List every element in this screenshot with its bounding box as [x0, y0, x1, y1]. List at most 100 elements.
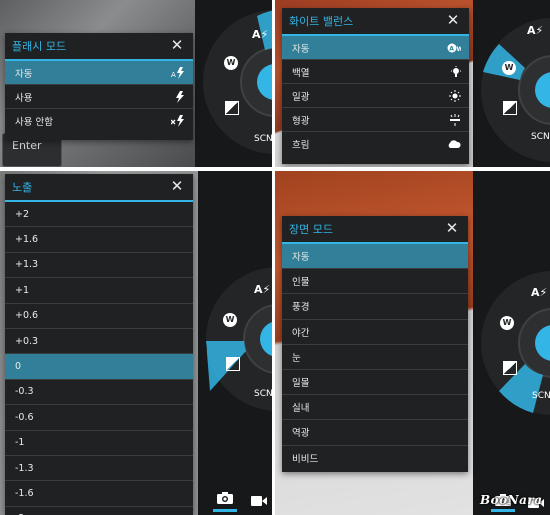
watermark-logo: BooNara	[480, 493, 543, 507]
camera-mode-icon[interactable]	[217, 489, 233, 504]
dial-flash-icon[interactable]: A⚡	[252, 28, 268, 41]
exposure-option-label: +0.6	[15, 310, 39, 322]
dial-scn-label[interactable]: SCN	[532, 391, 550, 401]
close-icon[interactable]: ✕	[169, 178, 185, 194]
panel-header: 장면 모드 ✕	[282, 216, 468, 244]
scene-option[interactable]: 야간	[282, 320, 468, 345]
svg-text:W: W	[457, 46, 462, 53]
exposure-option-label: +1	[15, 284, 30, 296]
dial-flash-icon[interactable]: A⚡	[527, 24, 543, 37]
scene-list: 자동인물풍경야간눈일몰실내역광비비드	[282, 244, 468, 471]
panel-title: 장면 모드	[289, 223, 333, 236]
exposure-option-label: +0.3	[15, 335, 39, 347]
scene-option-label: 인물	[292, 277, 310, 289]
exposure-option-label: +2	[15, 208, 30, 220]
exposure-option-label: -0.6	[15, 411, 34, 423]
close-icon[interactable]: ✕	[169, 37, 185, 53]
exposure-option[interactable]: +0.6	[5, 304, 193, 329]
scene-option[interactable]: 풍경	[282, 294, 468, 320]
flash-auto-icon: A	[171, 61, 185, 84]
exposure-option-label: +1.6	[15, 234, 39, 246]
exposure-list: +2 +1.6 +1.3 +1 +0.6 +0.3 0 -0.3 -0.6 -1 -1.3 -1.6 -…	[5, 202, 193, 515]
scene-option[interactable]: 자동	[282, 244, 468, 270]
scene-option[interactable]: 비비드	[282, 446, 468, 471]
exposure-option-label: -0.3	[15, 386, 34, 398]
flash-option-off[interactable]: 사용 안함	[5, 109, 193, 133]
scene-option-label: 풍경	[292, 302, 310, 314]
exposure-option[interactable]: +1	[5, 278, 193, 304]
dial-scn-label[interactable]: SCN	[254, 134, 272, 144]
exposure-option[interactable]: -0.6	[5, 405, 193, 431]
exposure-option[interactable]: -0.3	[5, 380, 193, 406]
dial-wb-icon[interactable]: W	[223, 313, 237, 327]
dial-wb-icon[interactable]: W	[224, 56, 238, 70]
white-balance-screen: A⚡ W SCN 화이트 밸런스 ✕ 자동 AW 백열 일광 형광 흐림	[275, 0, 550, 167]
flash-mode-panel: 플래시 모드 ✕ 자동 A 사용 사용 안함	[5, 33, 193, 140]
exposure-option-label: -1.3	[15, 462, 34, 474]
panel-title: 플래시 모드	[12, 40, 67, 53]
wb-option-auto[interactable]: 자동 AW	[282, 36, 469, 60]
scene-option-label: 비비드	[292, 454, 319, 466]
exposure-option[interactable]: -2	[5, 507, 193, 515]
wb-auto-icon: AW	[447, 36, 461, 59]
divider	[0, 167, 550, 171]
flash-on-icon	[175, 85, 185, 108]
exposure-option[interactable]: +2	[5, 202, 193, 228]
dial-flash-icon[interactable]: A⚡	[254, 283, 270, 296]
scene-option[interactable]: 역광	[282, 420, 468, 446]
enter-key-label: Enter	[12, 139, 42, 152]
settings-dial	[206, 267, 275, 411]
exposure-option[interactable]: -1.6	[5, 481, 193, 507]
wb-fluorescent-icon	[449, 108, 461, 131]
dial-exposure-icon[interactable]	[503, 361, 517, 375]
exposure-panel: 노출 ✕ +2 +1.6 +1.3 +1 +0.6 +0.3 0 -0.3 -0.6 -1 -1.3…	[5, 174, 193, 515]
exposure-screen: A⚡ W SCN 노출 ✕ +2 +1.6 +1.3 +1 +0.6 +0.3 0 -0.3 -…	[0, 171, 275, 515]
scene-option-label: 실내	[292, 403, 310, 415]
dial-wb-icon[interactable]: W	[502, 61, 516, 75]
close-icon[interactable]: ✕	[444, 220, 460, 236]
video-mode-icon[interactable]	[251, 491, 267, 506]
wb-option-cloudy[interactable]: 흐림	[282, 132, 469, 156]
dial-scn-label[interactable]: SCN	[531, 132, 550, 142]
dial-scn-label[interactable]: SCN	[254, 389, 273, 399]
flash-option-on[interactable]: 사용	[5, 85, 193, 109]
flash-mode-screen: Enter A⚡ W SCN 플래시 모드 ✕ 자동 A 사용 사용 안함	[0, 0, 272, 167]
dial-wb-icon[interactable]: W	[500, 316, 514, 330]
white-balance-panel: 화이트 밸런스 ✕ 자동 AW 백열 일광 형광 흐림	[282, 8, 469, 164]
exposure-option[interactable]: +0.3	[5, 329, 193, 355]
wb-option-fluorescent[interactable]: 형광	[282, 108, 469, 132]
scene-option-label: 자동	[292, 252, 310, 264]
dial-exposure-icon[interactable]	[225, 101, 239, 115]
wb-daylight-icon	[449, 84, 461, 107]
panel-header: 노출 ✕	[5, 174, 193, 202]
divider	[272, 0, 275, 515]
flash-off-icon	[171, 109, 185, 133]
exposure-option[interactable]: -1.3	[5, 456, 193, 482]
wb-option-incandescent[interactable]: 백열	[282, 60, 469, 84]
exposure-option-label: -1.6	[15, 487, 34, 499]
exposure-option[interactable]: -1	[5, 431, 193, 456]
exposure-option[interactable]: 0	[5, 354, 193, 380]
dial-exposure-icon[interactable]	[503, 101, 517, 115]
wb-option-daylight[interactable]: 일광	[282, 84, 469, 108]
dial-exposure-icon[interactable]	[226, 357, 240, 371]
scene-option[interactable]: 인물	[282, 269, 468, 295]
scene-option[interactable]: 일몰	[282, 370, 468, 396]
exposure-option[interactable]: +1.3	[5, 253, 193, 279]
wb-incandescent-icon	[451, 60, 461, 83]
svg-text:A: A	[171, 71, 176, 79]
flash-option-auto[interactable]: 자동 A	[5, 61, 193, 85]
scene-option[interactable]: 실내	[282, 395, 468, 421]
scene-mode-screen: A⚡ W SCN BooNara 장면 모드 ✕ 자동인물풍경야간눈일몰실내역광…	[275, 171, 550, 515]
close-icon[interactable]: ✕	[445, 12, 461, 28]
camera-mode-indicator	[213, 509, 237, 512]
scene-option[interactable]: 눈	[282, 345, 468, 370]
panel-header: 화이트 밸런스 ✕	[282, 8, 469, 36]
scene-option-label: 눈	[292, 352, 301, 364]
scene-option-label: 야간	[292, 327, 310, 339]
svg-text:A: A	[449, 45, 454, 52]
camera-mode-indicator	[491, 509, 515, 512]
exposure-option[interactable]: +1.6	[5, 227, 193, 253]
dial-flash-icon[interactable]: A⚡	[531, 286, 547, 299]
exposure-option-label: -1	[15, 437, 25, 449]
